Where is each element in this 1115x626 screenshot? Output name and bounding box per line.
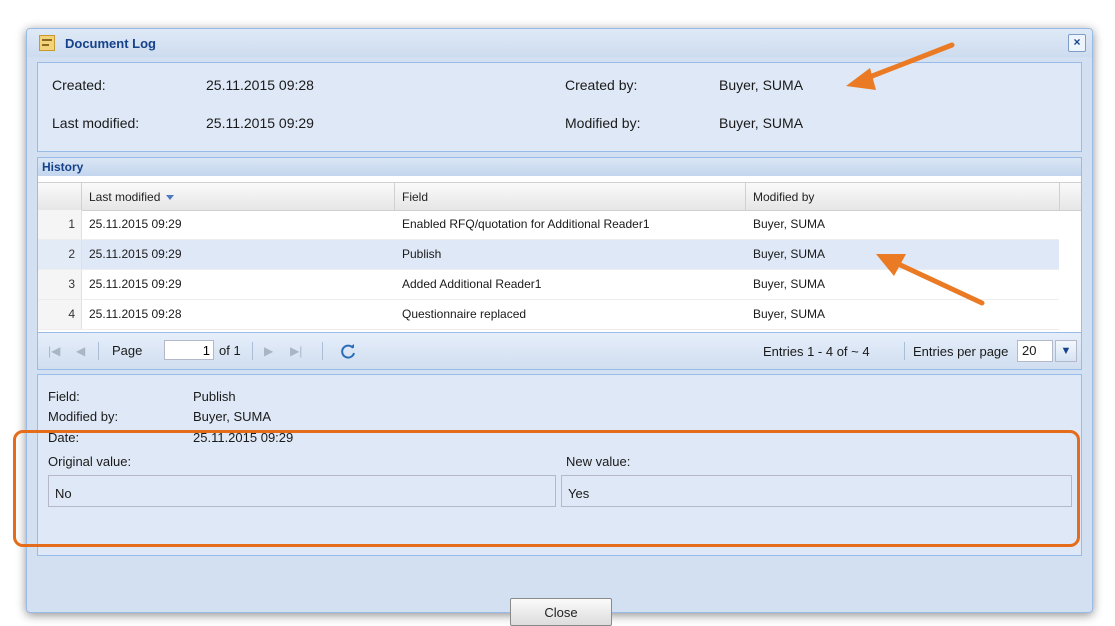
annotation-arrow-icon — [876, 254, 985, 306]
row-number: 3 — [38, 270, 82, 299]
row-number-text: 3 — [68, 277, 75, 291]
entries-summary: Entries 1 - 4 of ~ 4 — [763, 344, 870, 359]
history-header: History — [37, 157, 1082, 176]
window-title: Document Log — [65, 36, 156, 51]
next-page-icon[interactable]: ▶ — [264, 344, 273, 358]
column-field[interactable]: Field — [402, 190, 428, 204]
row-number: 2 — [38, 240, 82, 269]
first-page-icon[interactable]: |◀ — [48, 344, 60, 358]
column-separator — [81, 183, 82, 210]
row-number-text: 4 — [68, 307, 75, 321]
toolbar-separator — [252, 342, 253, 360]
page-number-input[interactable] — [164, 340, 214, 360]
column-last-modified-label: Last modified — [89, 190, 161, 204]
detail-field-label: Field: — [48, 389, 80, 404]
row-field: Added Additional Reader1 — [402, 277, 542, 291]
column-separator — [394, 183, 395, 210]
row-number-text: 1 — [68, 217, 75, 231]
detail-modified-by-label: Modified by: — [48, 409, 119, 424]
column-separator — [745, 183, 746, 210]
previous-page-icon[interactable]: ◀ — [76, 344, 85, 358]
history-title: History — [42, 160, 84, 174]
column-last-modified[interactable]: Last modified — [89, 190, 175, 204]
row-field: Publish — [402, 247, 442, 261]
document-log-icon — [39, 35, 55, 51]
row-date: 25.11.2015 09:29 — [89, 247, 182, 261]
row-date: 25.11.2015 09:29 — [89, 217, 182, 231]
created-by-label: Created by: — [565, 77, 638, 93]
entries-per-page-select[interactable]: 20 — [1017, 340, 1053, 362]
sort-descending-icon — [166, 195, 175, 201]
last-page-icon[interactable]: ▶| — [290, 344, 302, 358]
table-row[interactable]: 1 25.11.2015 09:29 Enabled RFQ/quotation… — [38, 210, 1059, 240]
last-modified-label: Last modified: — [52, 115, 140, 131]
grid-header: Last modified Field Modified by — [38, 182, 1081, 211]
chevron-down-icon[interactable]: ▼ — [1055, 340, 1077, 362]
page-label: Page — [112, 343, 143, 358]
created-label: Created: — [52, 77, 106, 93]
value-highlight-box — [13, 430, 1080, 547]
toolbar-separator — [904, 342, 905, 360]
row-number-text: 2 — [68, 247, 75, 261]
refresh-icon[interactable] — [339, 342, 357, 360]
row-number: 4 — [38, 300, 82, 329]
modified-by-label: Modified by: — [565, 115, 641, 131]
row-field: Questionnaire replaced — [402, 307, 527, 321]
row-date: 25.11.2015 09:29 — [89, 277, 182, 291]
page-count-label: of 1 — [219, 343, 241, 358]
detail-field-value: Publish — [193, 389, 236, 404]
annotation-arrow-icon — [846, 42, 955, 90]
modified-by-value: Buyer, SUMA — [719, 115, 804, 131]
detail-modified-by-value: Buyer, SUMA — [193, 409, 272, 424]
created-value: 25.11.2015 09:28 — [206, 77, 314, 93]
column-separator — [1059, 183, 1060, 210]
row-date: 25.11.2015 09:28 — [89, 307, 182, 321]
created-by-value: Buyer, SUMA — [719, 77, 804, 93]
row-modified-by: Buyer, SUMA — [753, 277, 826, 291]
entries-per-page-label: Entries per page — [913, 344, 1009, 359]
toolbar-separator — [98, 342, 99, 360]
last-modified-value: 25.11.2015 09:29 — [206, 115, 314, 131]
close-icon[interactable]: × — [1068, 34, 1086, 52]
row-modified-by: Buyer, SUMA — [753, 307, 826, 321]
row-number: 1 — [38, 210, 82, 239]
close-button[interactable]: Close — [510, 598, 612, 626]
column-modified-by[interactable]: Modified by — [753, 190, 814, 204]
row-modified-by: Buyer, SUMA — [753, 247, 826, 261]
paging-toolbar: |◀ ◀ Page of 1 ▶ ▶| Entries 1 - 4 of ~ 4… — [37, 332, 1082, 370]
row-modified-by: Buyer, SUMA — [753, 217, 826, 231]
row-field: Enabled RFQ/quotation for Additional Rea… — [402, 217, 650, 231]
toolbar-separator — [322, 342, 323, 360]
